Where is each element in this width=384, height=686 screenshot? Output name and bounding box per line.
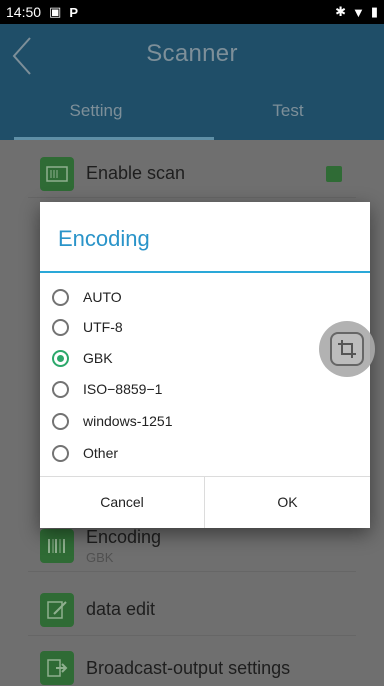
option-gbk[interactable]: GBK — [52, 345, 113, 371]
bluetooth-icon: ✱ — [335, 4, 346, 19]
setting-data-edit[interactable]: data edit — [28, 584, 356, 636]
tab-bar: Setting Test — [0, 86, 384, 140]
radio-button[interactable] — [52, 412, 69, 430]
option-label: windows-1251 — [83, 413, 173, 429]
radio-button[interactable] — [52, 444, 69, 462]
edit-icon — [40, 592, 74, 627]
tab-test[interactable]: Test — [192, 86, 384, 140]
crop-icon — [330, 332, 364, 366]
tab-setting[interactable]: Setting — [0, 86, 192, 140]
p-icon: P — [69, 4, 79, 20]
gallery-icon: ▣ — [49, 4, 62, 19]
dialog-divider — [40, 271, 370, 273]
app-bar: Scanner — [0, 24, 384, 86]
option-label: UTF-8 — [83, 319, 123, 335]
export-icon — [40, 651, 74, 685]
option-label: Other — [83, 445, 119, 461]
option-windows1251[interactable]: windows-1251 — [52, 408, 173, 434]
scanner-icon — [40, 156, 74, 191]
radio-button[interactable] — [52, 288, 69, 306]
dialog-footer: Cancel OK — [40, 476, 370, 528]
status-bar: 14:50 ▣ P ✱ ▼ ▮ — [0, 0, 384, 24]
option-iso[interactable]: ISO−8859−1 — [52, 376, 162, 402]
setting-label: Encoding — [86, 526, 162, 547]
ok-button[interactable]: OK — [205, 477, 370, 528]
setting-label: Broadcast-output settings — [86, 657, 291, 678]
radio-button-selected[interactable] — [52, 349, 69, 367]
page-title: Scanner — [146, 40, 238, 67]
setting-enable-scan[interactable]: Enable scan — [28, 150, 356, 198]
option-other[interactable]: Other — [52, 440, 118, 466]
option-auto[interactable]: AUTO — [52, 284, 122, 310]
status-time: 14:50 — [6, 4, 42, 20]
wifi-icon: ▼ — [351, 4, 365, 20]
option-label: GBK — [83, 350, 113, 366]
encoding-dialog: Encoding AUTO UTF-8 GBK ISO−8859−1 windo… — [40, 202, 370, 528]
battery-icon: ▮ — [370, 4, 378, 19]
radio-button[interactable] — [52, 318, 69, 336]
enable-scan-checkbox[interactable] — [326, 165, 342, 182]
cancel-button[interactable]: Cancel — [40, 477, 205, 528]
setting-value: GBK — [86, 549, 114, 565]
setting-label: Enable scan — [86, 163, 186, 183]
dialog-title: Encoding — [58, 226, 150, 251]
setting-label: data edit — [86, 599, 156, 619]
option-label: ISO−8859−1 — [83, 381, 163, 397]
radio-button[interactable] — [52, 380, 69, 398]
setting-broadcast[interactable]: Broadcast-output settings — [28, 644, 356, 686]
floating-crop-button[interactable] — [319, 321, 375, 377]
option-label: AUTO — [83, 289, 122, 305]
option-utf8[interactable]: UTF-8 — [52, 314, 123, 340]
barcode-icon — [40, 528, 74, 563]
